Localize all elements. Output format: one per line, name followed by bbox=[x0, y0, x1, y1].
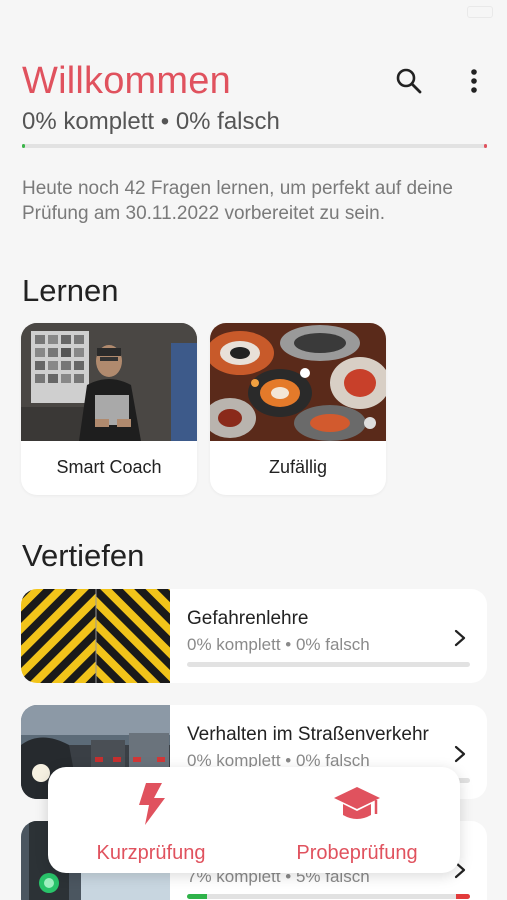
topic-name: Gefahrenlehre bbox=[187, 608, 309, 629]
topic-progress-bar bbox=[187, 662, 470, 667]
smart-coach-image bbox=[21, 323, 197, 441]
section-title-vertiefen: Vertiefen bbox=[22, 538, 145, 573]
search-icon bbox=[396, 68, 422, 94]
random-image bbox=[210, 323, 386, 441]
overall-progress-bar bbox=[22, 144, 487, 148]
smart-coach-card[interactable]: Smart Coach bbox=[21, 323, 197, 495]
progress-separator: • bbox=[160, 108, 170, 135]
page-title: Willkommen bbox=[22, 60, 231, 102]
search-button[interactable] bbox=[394, 66, 424, 96]
status-bar bbox=[0, 0, 507, 28]
overall-progress-text: 0% komplett • 0% falsch bbox=[22, 108, 280, 136]
chevron-right-icon bbox=[454, 629, 466, 647]
section-title-lernen: Lernen bbox=[22, 273, 119, 308]
random-card[interactable]: Zufällig bbox=[210, 323, 386, 495]
battery-icon bbox=[467, 6, 493, 18]
smart-coach-label: Smart Coach bbox=[56, 457, 162, 477]
chevron-right-icon bbox=[454, 745, 466, 763]
topic-name: Verhalten im Straßenverkehr bbox=[187, 724, 429, 745]
more-menu-button[interactable] bbox=[462, 66, 486, 96]
topic-card-gefahrenlehre[interactable]: Gefahrenlehre 0% komplett • 0% falsch bbox=[21, 589, 487, 683]
more-vertical-icon bbox=[471, 69, 477, 93]
intro-text: Heute noch 42 Fragen lernen, um perfekt … bbox=[22, 178, 453, 224]
practice-exam-button[interactable]: Probeprüfung bbox=[254, 767, 460, 873]
quick-exam-label: Kurzprüfung bbox=[96, 842, 206, 864]
overall-progress-complete-fill bbox=[22, 144, 25, 148]
progress-complete: 0% komplett bbox=[22, 108, 155, 135]
progress-wrong: 0% falsch bbox=[175, 108, 280, 135]
topic-stats: 0% komplett • 0% falsch bbox=[187, 635, 370, 654]
topic-progress-complete bbox=[187, 894, 207, 899]
graduation-cap-icon bbox=[334, 787, 380, 819]
topic-progress-bar bbox=[187, 894, 470, 899]
random-label: Zufällig bbox=[268, 457, 328, 477]
bottom-action-bar: Kurzprüfung Probeprüfung bbox=[48, 767, 460, 873]
quick-exam-button[interactable]: Kurzprüfung bbox=[48, 767, 254, 873]
overall-progress-wrong-fill bbox=[484, 144, 487, 148]
hazard-stripes-image bbox=[21, 589, 170, 683]
topic-progress-wrong bbox=[455, 894, 470, 899]
practice-exam-label: Probeprüfung bbox=[296, 842, 418, 864]
lightning-icon bbox=[139, 783, 165, 825]
